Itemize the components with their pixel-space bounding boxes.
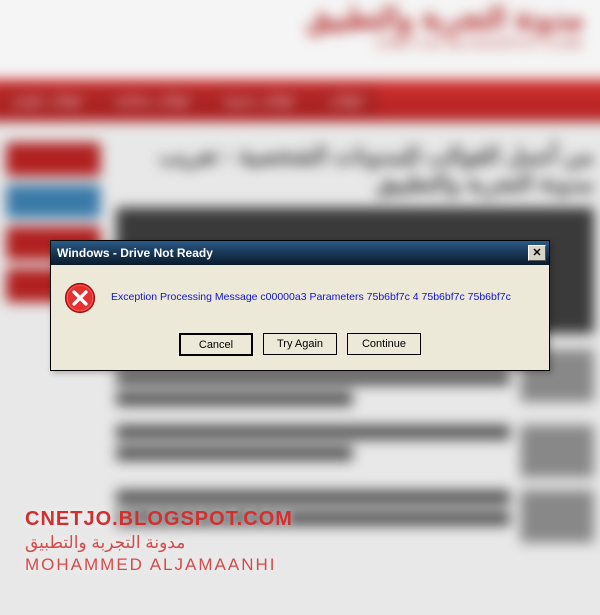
try-again-button[interactable]: Try Again [263,333,337,355]
bg-nav-item: قوالب بلوجر [0,86,97,115]
watermark: CNETJO.BLOGSPOT.COM مدونة التجربة والتطب… [25,508,293,575]
continue-button[interactable]: Continue [347,333,421,355]
watermark-url: CNETJO.BLOGSPOT.COM [25,508,293,531]
bg-post-title: من أجمل القوالب للمدونات الشخصية - تعريب… [116,143,594,198]
close-button[interactable]: ✕ [528,245,546,261]
watermark-author: MOHAMMED ALJAMAANHI [25,555,293,575]
bg-nav-item: قوالب [312,86,378,115]
cancel-button[interactable]: Cancel [179,333,253,356]
bg-nav-item: قوالب مدونة [207,86,309,115]
error-dialog: Windows - Drive Not Ready ✕ Exception Pr… [50,240,550,371]
dialog-titlebar[interactable]: Windows - Drive Not Ready ✕ [51,241,549,265]
bg-nav-item: قوالب مجانية [99,86,205,115]
dialog-title: Windows - Drive Not Ready [57,246,213,260]
dialog-message: Exception Processing Message c00000a3 Pa… [111,291,511,305]
dialog-button-row: Cancel Try Again Continue [179,333,421,356]
bg-site-url: CNETJO.BLOGSPOT.COM [16,35,583,51]
watermark-arabic: مدونة التجربة والتطبيق [25,533,293,553]
error-icon [63,281,97,315]
bg-site-title: مدونة التجربة والتطبيق [16,1,583,36]
bg-nav: قوالب بلوجر قوالب مجانية قوالب مدونة قوا… [0,79,600,121]
dialog-body: Exception Processing Message c00000a3 Pa… [51,265,549,370]
